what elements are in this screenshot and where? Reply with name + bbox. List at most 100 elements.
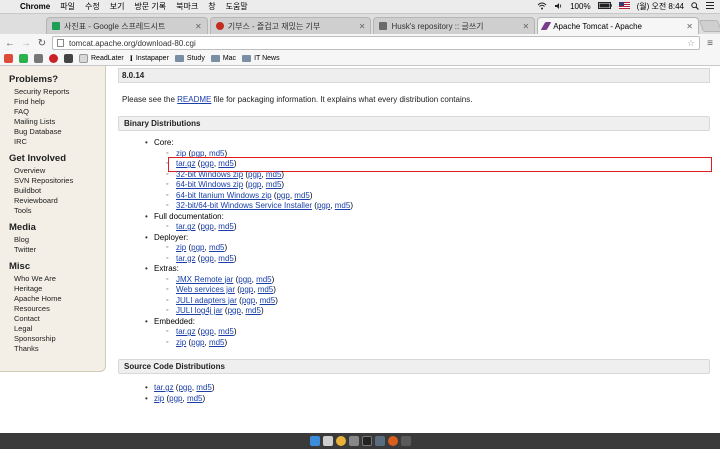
menu-file[interactable]: 파일 [60, 1, 75, 12]
pgp-link[interactable]: pgp [200, 327, 213, 336]
download-link-zip[interactable]: zip [176, 338, 186, 347]
pgp-link[interactable]: pgp [200, 159, 213, 168]
md5-link[interactable]: md5 [209, 149, 225, 158]
pgp-link[interactable]: pgp [200, 254, 213, 263]
md5-link[interactable]: md5 [187, 394, 203, 403]
md5-link[interactable]: md5 [245, 306, 261, 315]
menu-view[interactable]: 보기 [110, 1, 125, 12]
trash-icon[interactable] [400, 436, 411, 446]
download-link-juli-log4j-jar[interactable]: JULI log4j jar [176, 306, 223, 315]
md5-link[interactable]: md5 [209, 243, 225, 252]
feedly-icon[interactable] [19, 54, 28, 63]
sidebar-link-blog[interactable]: Blog [14, 235, 105, 245]
download-link-tar-gz[interactable]: tar.gz [176, 159, 196, 168]
sidebar-link-contact[interactable]: Contact [14, 314, 105, 324]
firefox-icon[interactable] [387, 436, 398, 446]
pgp-link[interactable]: pgp [200, 222, 213, 231]
md5-link[interactable]: md5 [260, 296, 276, 305]
sidebar-link-reviewboard[interactable]: Reviewboard [14, 196, 105, 206]
google-plus-icon[interactable] [4, 54, 13, 63]
close-icon[interactable]: ✕ [359, 22, 366, 31]
pgp-link[interactable]: pgp [191, 243, 204, 252]
pgp-link[interactable]: pgp [191, 149, 204, 158]
sidebar-link-legal[interactable]: Legal [14, 324, 105, 334]
sidebar-link-find-help[interactable]: Find help [14, 97, 105, 107]
bookmark-folder-it-news[interactable]: IT News [242, 55, 280, 62]
menu-help[interactable]: 도움말 [226, 1, 248, 12]
download-link-zip[interactable]: zip [176, 149, 186, 158]
sidebar-link-heritage[interactable]: Heritage [14, 284, 105, 294]
md5-link[interactable]: md5 [335, 201, 351, 210]
sidebar-link-who-we-are[interactable]: Who We Are [14, 274, 105, 284]
pocket-icon[interactable] [64, 54, 73, 63]
reload-icon[interactable]: ↻ [36, 38, 48, 49]
sidebar-link-buildbot[interactable]: Buildbot [14, 186, 105, 196]
md5-link[interactable]: md5 [266, 170, 282, 179]
search-icon[interactable] [691, 1, 699, 12]
close-icon[interactable]: ✕ [195, 22, 202, 31]
sidebar-link-irc[interactable]: IRC [14, 137, 105, 147]
download-link-juli-adapters-jar[interactable]: JULI adapters jar [176, 296, 237, 305]
download-link-tar-gz[interactable]: tar.gz [176, 222, 196, 231]
md5-link[interactable]: md5 [256, 275, 272, 284]
sidebar-link-faq[interactable]: FAQ [14, 107, 105, 117]
pgp-link[interactable]: pgp [228, 306, 241, 315]
close-icon[interactable]: ✕ [523, 22, 530, 31]
menu-bookmarks[interactable]: 북마크 [176, 1, 198, 12]
bookmark-folder-mac[interactable]: Mac [210, 55, 236, 62]
pgp-link[interactable]: pgp [178, 383, 191, 392]
sidebar-link-bug-database[interactable]: Bug Database [14, 127, 105, 137]
new-tab-button[interactable] [698, 20, 720, 32]
md5-link[interactable]: md5 [258, 285, 274, 294]
download-link-web-services-jar[interactable]: Web services jar [176, 285, 235, 294]
flag-icon[interactable] [618, 2, 630, 11]
sidebar-link-sponsorship[interactable]: Sponsorship [14, 334, 105, 344]
download-link-zip[interactable]: zip [176, 243, 186, 252]
system-preferences-icon[interactable] [348, 436, 359, 446]
tab-apache-tomcat[interactable]: Apache Tomcat - Apache ✕ [537, 17, 699, 34]
settings-icon[interactable] [34, 54, 43, 63]
app-store-icon[interactable] [374, 436, 385, 446]
md5-link[interactable]: md5 [218, 159, 234, 168]
tab-donation[interactable]: 기부스 - 즐겁고 재밌는 기부 ✕ [209, 17, 372, 34]
wifi-icon[interactable] [537, 2, 547, 12]
download-link-zip[interactable]: zip [154, 394, 164, 403]
md5-link[interactable]: md5 [218, 254, 234, 263]
chrome-menu-icon[interactable]: ≡ [704, 38, 716, 49]
bookmark-readlater[interactable]: ReadLater [79, 54, 124, 63]
list-icon[interactable] [706, 2, 714, 11]
md5-link[interactable]: md5 [218, 327, 234, 336]
menu-edit[interactable]: 수정 [85, 1, 100, 12]
pgp-link[interactable]: pgp [169, 394, 182, 403]
download-link-tar-gz[interactable]: tar.gz [176, 327, 196, 336]
download-link-64-bit-windows-zip[interactable]: 64-bit Windows zip [176, 180, 243, 189]
chrome-icon[interactable] [335, 436, 346, 446]
pgp-link[interactable]: pgp [238, 275, 251, 284]
pgp-link[interactable]: pgp [191, 338, 204, 347]
md5-link[interactable]: md5 [218, 222, 234, 231]
menu-clock[interactable]: (월) 오전 8:44 [637, 1, 684, 12]
menu-history[interactable]: 방문 기록 [134, 1, 166, 12]
download-link-tar-gz[interactable]: tar.gz [154, 383, 174, 392]
download-link-32-bit-windows-zip[interactable]: 32-bit Windows zip [176, 170, 243, 179]
menu-window[interactable]: 창 [208, 1, 215, 12]
sidebar-link-security-reports[interactable]: Security Reports [14, 87, 105, 97]
battery-icon[interactable] [597, 2, 612, 11]
tab-repository[interactable]: Husk's repository :: 글쓰기 ✕ [373, 17, 536, 34]
star-icon[interactable]: ☆ [687, 38, 695, 49]
pinterest-icon[interactable] [49, 54, 58, 63]
pgp-link[interactable]: pgp [276, 191, 289, 200]
readme-link[interactable]: README [177, 95, 211, 104]
pgp-link[interactable]: pgp [248, 180, 261, 189]
md5-link[interactable]: md5 [209, 338, 225, 347]
volume-icon[interactable] [554, 2, 563, 12]
md5-link[interactable]: md5 [196, 383, 212, 392]
tab-spreadsheet[interactable]: 사진표 - Google 스프레드시트 ✕ [46, 17, 208, 34]
sidebar-link-thanks[interactable]: Thanks [14, 344, 105, 354]
sidebar-link-resources[interactable]: Resources [14, 304, 105, 314]
md5-link[interactable]: md5 [294, 191, 310, 200]
sidebar-link-apache-home[interactable]: Apache Home [14, 294, 105, 304]
download-link-32-bit-64-bit-windows-service-installer[interactable]: 32-bit/64-bit Windows Service Installer [176, 201, 312, 210]
url-text[interactable]: tomcat.apache.org/download-80.cgi [69, 39, 196, 48]
pgp-link[interactable]: pgp [242, 296, 255, 305]
